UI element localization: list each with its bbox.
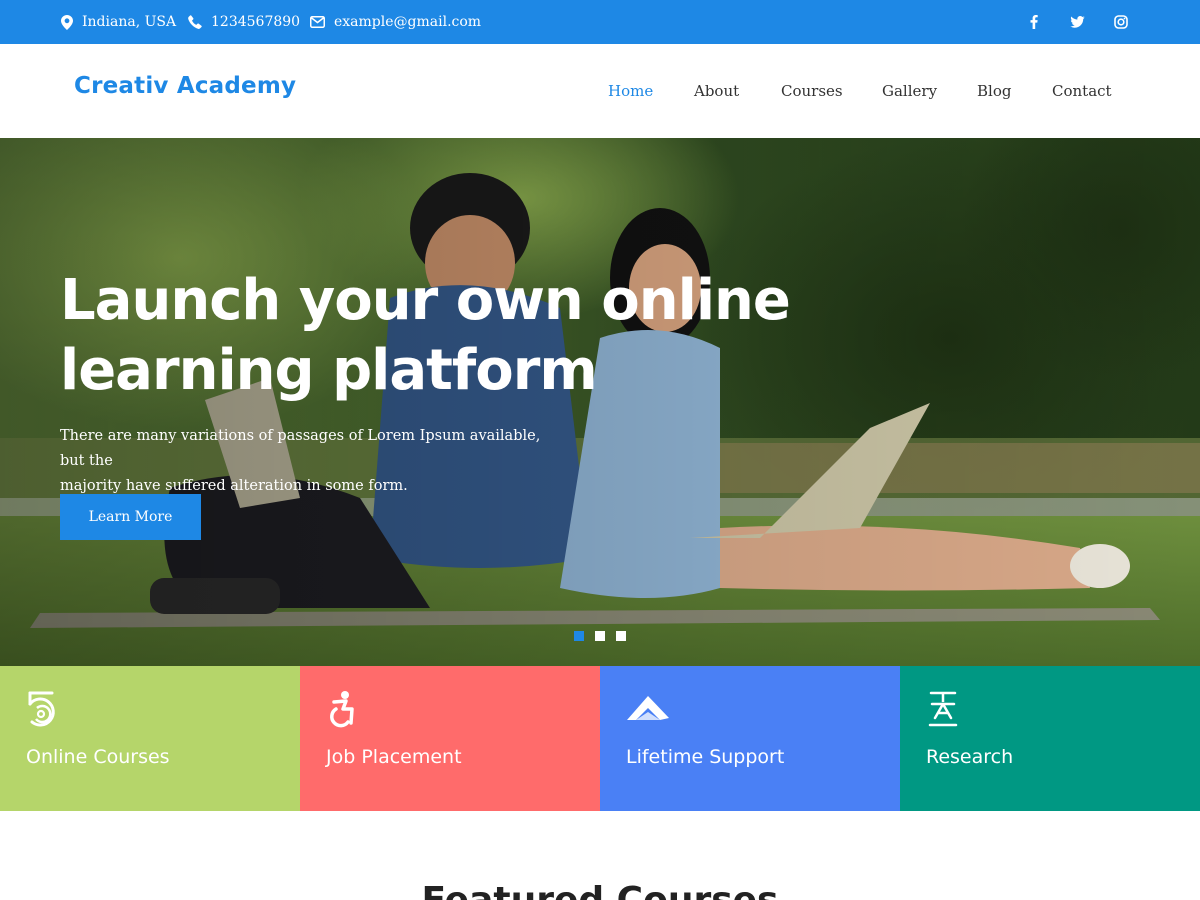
slider-dot-1[interactable] (574, 631, 584, 641)
nav-home[interactable]: Home (608, 82, 653, 100)
hero-slider: Launch your own online learning platform… (0, 138, 1200, 666)
phone-text: 1234567890 (211, 14, 301, 30)
facebook-icon[interactable] (1024, 12, 1044, 32)
feature-job-placement[interactable]: Job Placement (300, 666, 600, 811)
nav-about[interactable]: About (694, 82, 739, 100)
feature-label-research: Research (926, 746, 1014, 768)
hero-description-line-1: There are many variations of passages of… (60, 428, 541, 469)
five-spiral-icon (28, 691, 55, 727)
hero-description-line-2: majority have suffered alteration in som… (60, 478, 408, 494)
map-marker-icon (61, 14, 73, 30)
instagram-icon[interactable] (1111, 12, 1131, 32)
slider-dot-2[interactable] (595, 631, 605, 641)
envelope-icon (310, 16, 325, 28)
location-text: Indiana, USA (82, 14, 177, 30)
phone-icon (188, 15, 202, 29)
paper-plane-icon (627, 696, 669, 720)
hero-description: There are many variations of passages of… (60, 424, 560, 499)
nav-courses[interactable]: Courses (781, 82, 843, 100)
nav-contact[interactable]: Contact (1052, 82, 1112, 100)
nav-gallery[interactable]: Gallery (882, 82, 937, 100)
top-bar: Indiana, USA 1234567890 example@gmail.co… (0, 0, 1200, 44)
accessible-icon (330, 691, 354, 728)
text-width-icon (928, 691, 958, 727)
email-info[interactable]: example@gmail.com (310, 0, 481, 44)
site-header: Creativ Academy Home About Courses Galle… (0, 44, 1200, 138)
hero-title-line-2: learning platform (60, 338, 598, 403)
slider-dot-3[interactable] (616, 631, 626, 641)
feature-label-lifetime-support: Lifetime Support (626, 746, 785, 768)
slider-dots (574, 631, 626, 641)
feature-research[interactable]: Research (900, 666, 1200, 811)
site-logo[interactable]: Creativ Academy (74, 73, 296, 99)
learn-more-button[interactable]: Learn More (60, 494, 201, 540)
phone-info[interactable]: 1234567890 (188, 0, 300, 44)
twitter-icon[interactable] (1067, 12, 1087, 32)
nav-blog[interactable]: Blog (977, 82, 1011, 100)
location-info: Indiana, USA (61, 0, 176, 44)
feature-label-job-placement: Job Placement (326, 746, 462, 768)
feature-online-courses[interactable]: Online Courses (0, 666, 300, 811)
feature-lifetime-support[interactable]: Lifetime Support (600, 666, 900, 811)
feature-label-online-courses: Online Courses (26, 746, 170, 768)
feature-tiles: Online Courses Job Placement Lifetime Su… (0, 666, 1200, 811)
email-text: example@gmail.com (334, 14, 482, 30)
hero-title-line-1: Launch your own online (60, 268, 791, 333)
featured-courses-heading: Featured Courses (0, 880, 1200, 900)
hero-title: Launch your own online learning platform (60, 266, 840, 406)
